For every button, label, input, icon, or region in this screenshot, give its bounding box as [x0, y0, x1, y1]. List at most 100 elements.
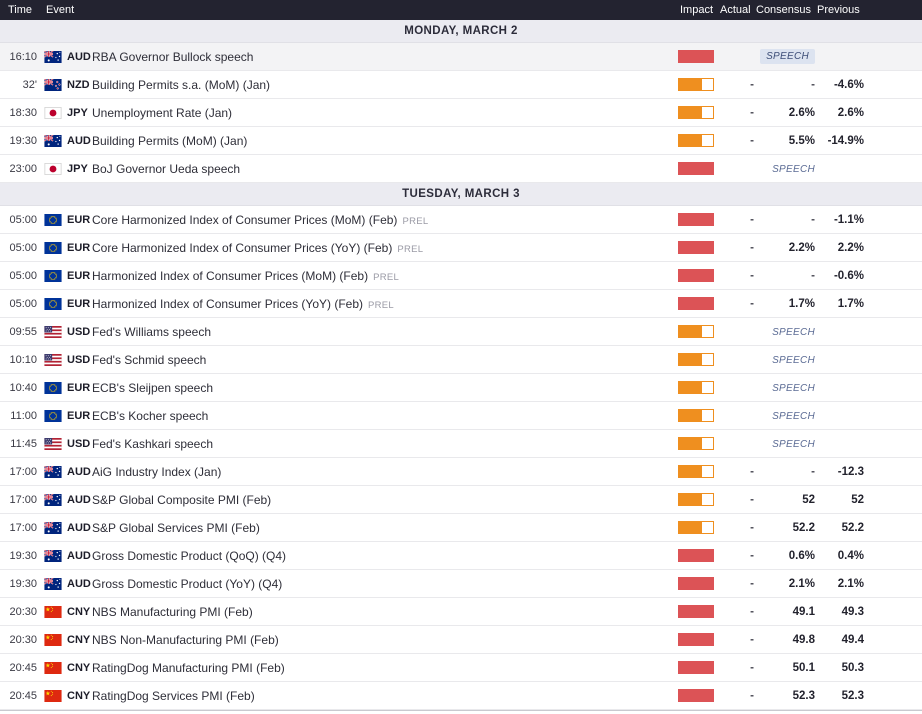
actual-value: -: [750, 241, 754, 254]
event-name: RBA Governor Bullock speech: [92, 49, 254, 64]
impact-bar-high: [678, 605, 714, 618]
currency-cell: JPY: [44, 162, 92, 175]
event-row[interactable]: 19:30 AUD Gross Domestic Product (YoY) (Q4…: [0, 570, 922, 598]
flag-icon-eur: [44, 409, 62, 422]
impact-cell: [678, 297, 718, 310]
flag-icon-aud: [44, 465, 62, 478]
preliminary-tag: PREL: [402, 215, 429, 227]
previous-value: -12.3: [837, 465, 864, 478]
event-row[interactable]: 05:00 EUR Harmonized Index of Consumer Pri…: [0, 290, 922, 318]
impact-cell: [678, 269, 718, 282]
currency-code: AUD: [67, 493, 91, 506]
currency-code: AUD: [67, 549, 91, 562]
event-row[interactable]: 09:55 USD Fed's Williams speech SPEECH: [0, 318, 922, 346]
event-row[interactable]: 18:30 JPY Unemployment Rate (Jan) - 2.6% 2.6%: [0, 99, 922, 127]
consensus-value: SPEECH: [754, 326, 815, 338]
event-row[interactable]: 10:10 USD Fed's Schmid speech SPEECH: [0, 346, 922, 374]
impact-cell: [678, 134, 718, 147]
impact-cell: [678, 633, 718, 646]
event-row[interactable]: 20:45 CNY RatingDog Manufacturing PMI (Feb…: [0, 654, 922, 682]
table-header: Time Event Impact Actual Consensus Previ…: [0, 0, 922, 20]
event-name: Harmonized Index of Consumer Prices (YoY…: [92, 296, 395, 311]
preliminary-tag: PREL: [373, 271, 400, 283]
currency-code: AUD: [67, 134, 91, 147]
event-time: 19:30: [9, 577, 37, 590]
event-row[interactable]: 23:00 JPY BoJ Governor Ueda speech SPEECH: [0, 155, 922, 183]
event-row[interactable]: 19:30 AUD Gross Domestic Product (QoQ) (Q4…: [0, 542, 922, 570]
event-row[interactable]: 05:00 EUR Core Harmonized Index of Consume…: [0, 234, 922, 262]
event-name: BoJ Governor Ueda speech: [92, 161, 241, 176]
currency-code: JPY: [67, 106, 88, 119]
impact-cell: [678, 106, 718, 119]
event-row[interactable]: 11:45 USD Fed's Kashkari speech SPEECH: [0, 430, 922, 458]
event-time: 11:00: [10, 409, 37, 422]
previous-value: 2.6%: [837, 106, 864, 119]
impact-bar-medium: [678, 437, 714, 450]
event-row[interactable]: 20:45 CNY RatingDog Services PMI (Feb) - 52.…: [0, 682, 922, 710]
event-time: 11:45: [10, 437, 37, 450]
consensus-value: 49.8: [792, 633, 815, 646]
impact-bar-medium: [678, 409, 714, 422]
event-name: Fed's Kashkari speech: [92, 436, 214, 451]
consensus-value: 5.5%: [788, 134, 815, 147]
speech-label: SPEECH: [772, 438, 815, 450]
event-row[interactable]: 32' NZD Building Permits s.a. (MoM) (Jan) -…: [0, 71, 922, 99]
currency-cell: JPY: [44, 106, 92, 119]
previous-value: 49.4: [841, 633, 864, 646]
actual-value: -: [750, 465, 754, 478]
event-row[interactable]: 17:00 AUD AiG Industry Index (Jan) - - -12.3: [0, 458, 922, 486]
consensus-value: SPEECH: [754, 354, 815, 366]
impact-cell: [678, 549, 718, 562]
actual-value: -: [750, 689, 754, 702]
flag-icon-aud: [44, 577, 62, 590]
flag-icon-aud: [44, 493, 62, 506]
currency-code: AUD: [67, 50, 91, 63]
impact-bar-high: [678, 162, 714, 175]
event-row[interactable]: 20:30 CNY NBS Manufacturing PMI (Feb) - 49.1…: [0, 598, 922, 626]
impact-cell: [678, 353, 718, 366]
actual-value: -: [750, 213, 754, 226]
event-row[interactable]: 05:00 EUR Core Harmonized Index of Consume…: [0, 206, 922, 234]
currency-cell: AUD: [44, 549, 92, 562]
currency-code: EUR: [67, 297, 91, 310]
actual-value: -: [750, 269, 754, 282]
flag-icon-eur: [44, 269, 62, 282]
previous-value: 0.4%: [837, 549, 864, 562]
consensus-value: 2.6%: [788, 106, 815, 119]
event-time: 17:00: [9, 521, 37, 534]
event-row[interactable]: 10:40 EUR ECB's Sleijpen speech SPEECH: [0, 374, 922, 402]
event-row[interactable]: 16:10 AUD RBA Governor Bullock speech SPEEC…: [0, 43, 922, 71]
column-header-time: Time: [8, 4, 33, 16]
impact-bar-high: [678, 269, 714, 282]
event-time: 23:00: [9, 162, 37, 175]
speech-label: SPEECH: [772, 354, 815, 366]
impact-cell: [678, 465, 718, 478]
event-row[interactable]: 17:00 AUD S&P Global Composite PMI (Feb) - 5…: [0, 486, 922, 514]
event-name: S&P Global Services PMI (Feb): [92, 520, 260, 535]
event-row[interactable]: 05:00 EUR Harmonized Index of Consumer Pri…: [0, 262, 922, 290]
event-time: 19:30: [9, 549, 37, 562]
event-time: 05:00: [9, 213, 37, 226]
currency-cell: EUR: [44, 213, 92, 226]
event-row[interactable]: 19:30 AUD Building Permits (MoM) (Jan) - 5.5…: [0, 127, 922, 155]
consensus-value: SPEECH: [754, 438, 815, 450]
preliminary-tag: PREL: [368, 299, 395, 311]
actual-value: -: [750, 106, 754, 119]
day-header-label: MONDAY, MARCH 2: [404, 25, 518, 37]
event-row[interactable]: 20:30 CNY NBS Non-Manufacturing PMI (Feb) -…: [0, 626, 922, 654]
currency-code: EUR: [67, 241, 91, 254]
impact-cell: [678, 605, 718, 618]
previous-value: -14.9%: [827, 134, 864, 147]
event-row[interactable]: 11:00 EUR ECB's Kocher speech SPEECH: [0, 402, 922, 430]
column-header-consensus: Consensus: [756, 4, 812, 16]
currency-code: EUR: [67, 213, 91, 226]
impact-bar-high: [678, 297, 714, 310]
flag-icon-jpy: [44, 106, 62, 119]
event-time: 32': [22, 78, 37, 91]
impact-bar-high: [678, 213, 714, 226]
actual-value: -: [750, 549, 754, 562]
currency-cell: USD: [44, 437, 92, 450]
actual-value: -: [750, 493, 754, 506]
event-row[interactable]: 17:00 AUD S&P Global Services PMI (Feb) - 52…: [0, 514, 922, 542]
flag-icon-eur: [44, 381, 62, 394]
